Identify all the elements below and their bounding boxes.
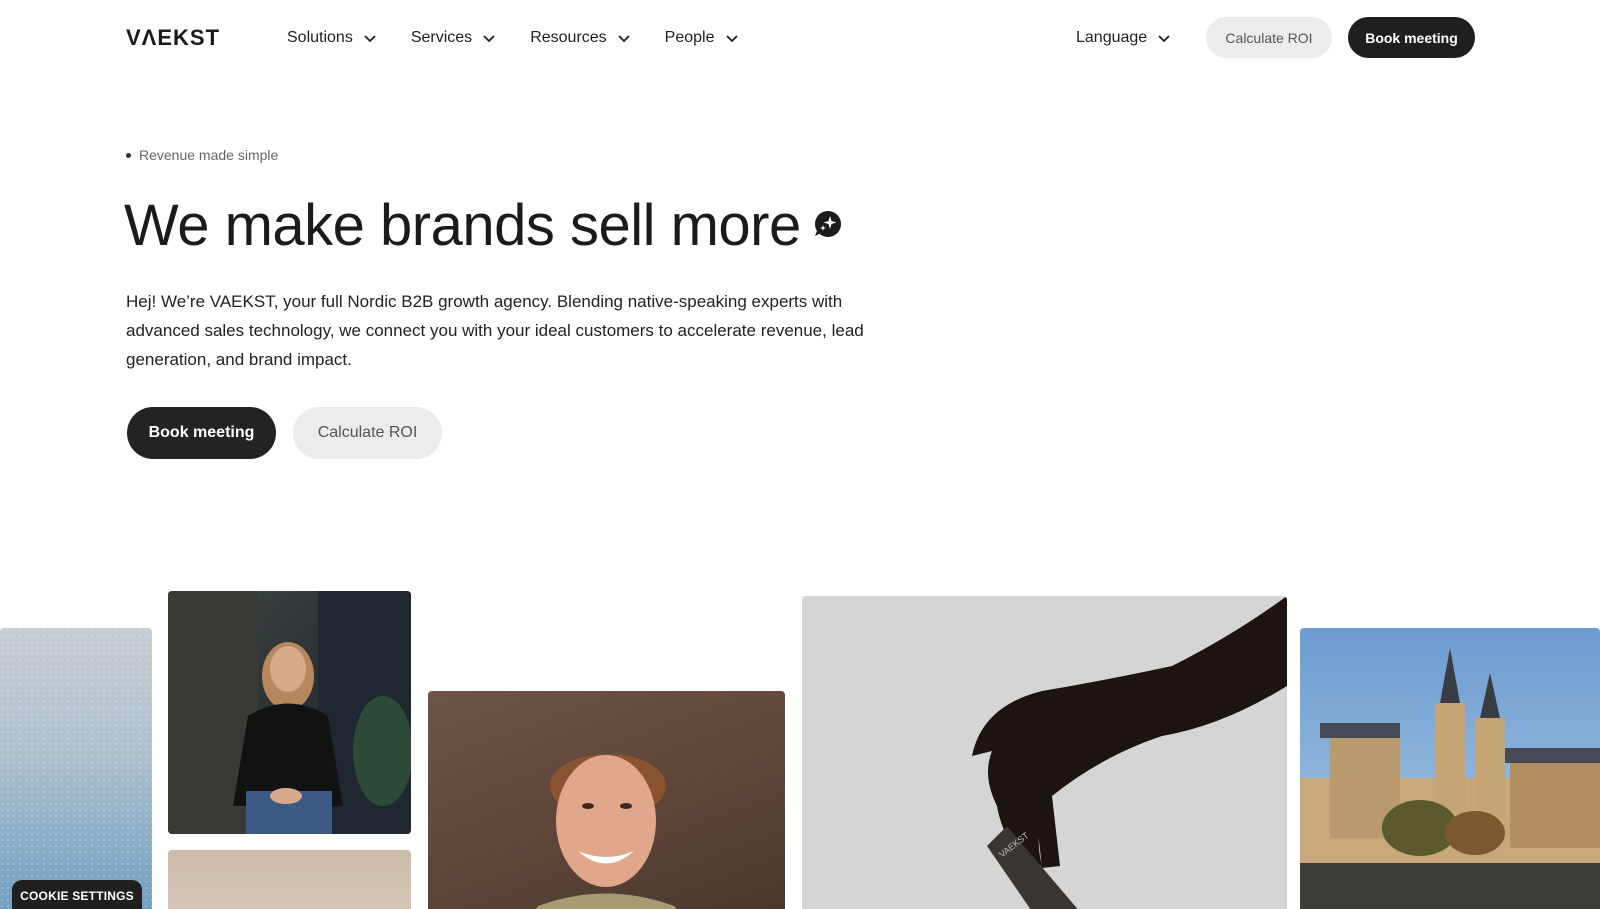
- headline-text: We make brands sell more: [124, 193, 801, 258]
- chevron-down-icon: [618, 35, 630, 43]
- nav-item-services[interactable]: Services: [411, 26, 496, 50]
- gallery-image-hand-card: VAEKST: [802, 596, 1287, 909]
- hero-description: Hej! We’re VAEKST, your full Nordic B2B …: [126, 292, 864, 369]
- page-title: We make brands sell more: [124, 192, 845, 260]
- gallery-image-city-castle: [1300, 628, 1600, 909]
- nav-item-label: Services: [410, 29, 473, 46]
- gallery-image-woman-portrait: [168, 591, 411, 834]
- nav-item-label: Solutions: [287, 29, 353, 46]
- calculate-roi-button[interactable]: Calculate ROI: [1206, 17, 1332, 58]
- gallery-image-beige: [168, 850, 411, 909]
- main-nav: Solutions Services Resources People: [287, 26, 739, 50]
- chevron-down-icon: [483, 35, 495, 43]
- hero-book-meeting-button[interactable]: Book meeting: [127, 407, 276, 459]
- eyebrow: Revenue made simple: [126, 146, 278, 164]
- chevron-down-icon: [364, 35, 376, 43]
- site-header: VΛEKST Solutions Services Resources Peop…: [0, 0, 1600, 76]
- nav-item-solutions[interactable]: Solutions: [287, 26, 377, 50]
- nav-item-resources[interactable]: Resources: [530, 26, 630, 50]
- logo[interactable]: VΛEKST: [126, 26, 220, 50]
- cookie-settings-button[interactable]: COOKIE SETTINGS: [12, 880, 142, 909]
- hero-calculate-roi-button[interactable]: Calculate ROI: [293, 407, 442, 459]
- man-portrait: [536, 754, 677, 909]
- book-meeting-button[interactable]: Book meeting: [1348, 17, 1475, 58]
- chevron-down-icon: [725, 35, 738, 43]
- chevron-down-icon: [1158, 35, 1170, 43]
- language-selector[interactable]: Language: [1076, 26, 1171, 50]
- gallery-image-abstract-blue: [0, 628, 152, 909]
- gallery-image-man-smiling: [428, 691, 785, 909]
- sparkle-chat-icon: [812, 209, 843, 239]
- texture-pattern: [0, 628, 152, 909]
- bullet-dot: [126, 152, 131, 158]
- woman-portrait: [168, 591, 411, 834]
- eyebrow-text: Revenue made simple: [139, 147, 279, 163]
- nav-item-label: Resources: [530, 29, 607, 46]
- nav-item-label: People: [664, 29, 715, 46]
- nav-item-people[interactable]: People: [665, 26, 739, 50]
- language-label: Language: [1076, 29, 1148, 46]
- castle-scene: [1300, 648, 1600, 909]
- hand-holding-card: VAEKST: [972, 596, 1287, 909]
